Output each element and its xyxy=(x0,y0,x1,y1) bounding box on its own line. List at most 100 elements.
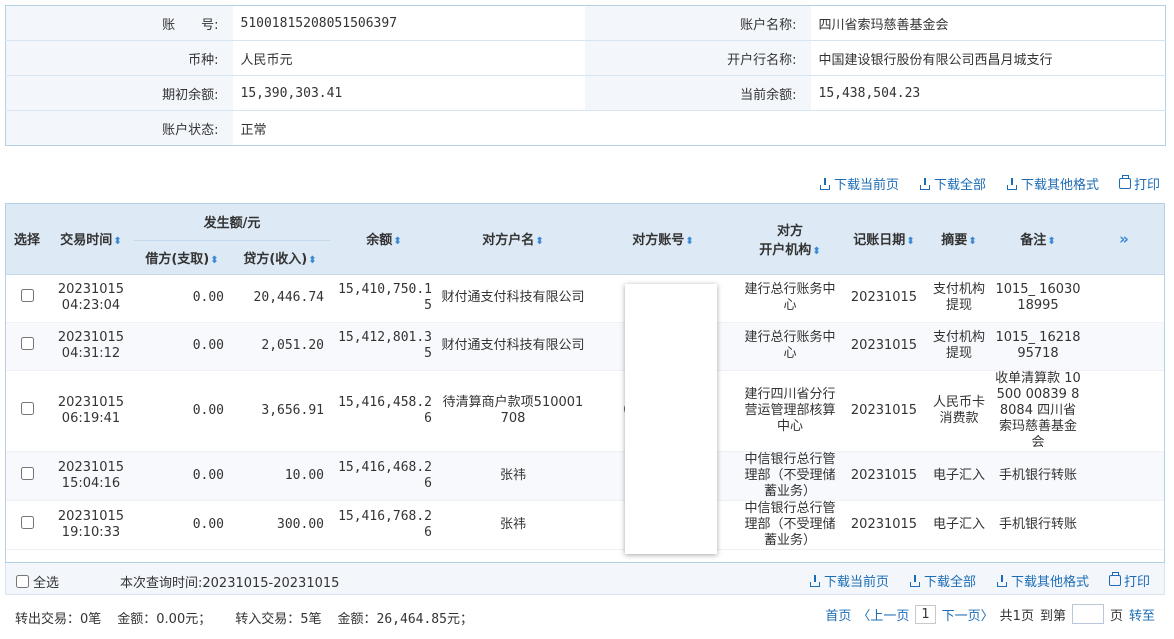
select-all[interactable]: 全选 xyxy=(16,572,59,591)
empty-cell xyxy=(584,110,811,146)
col-party-bank-label-1: 对方 xyxy=(776,223,803,239)
summary: 人民币卡消费款 xyxy=(926,370,992,452)
currency: 人民币元 xyxy=(232,40,585,76)
download-all-label: 下载全部 xyxy=(933,178,986,193)
col-amount-group: 发生额/元 xyxy=(134,204,330,241)
currency-label: 币种: xyxy=(5,40,233,76)
download-other-link[interactable]: 下载其他格式 xyxy=(1006,174,1099,193)
download-all-link[interactable]: 下载全部 xyxy=(909,571,976,590)
download-current-link[interactable]: 下载当前页 xyxy=(809,571,889,590)
table-row: 20231015 06:19:41 0.00 3,656.91 15,416,458.2… xyxy=(6,370,1164,452)
print-link[interactable]: 打印 xyxy=(1108,571,1150,590)
download-icon xyxy=(996,574,1008,587)
col-remark[interactable]: 备注⬍ xyxy=(992,204,1084,275)
party-name: 待清算商户款项510001708 xyxy=(438,370,588,452)
col-party-bank-label-2: 开户机构 xyxy=(759,242,812,258)
transaction-grid: 选择 交易时间⬍ 发生额/元 余额⬍ 对方户名⬍ 对方账号⬍ 对方 开户机构⬍ 记… xyxy=(5,203,1165,563)
party-name: 张祎 xyxy=(438,500,588,550)
col-party-account[interactable]: 对方账号⬍ xyxy=(588,204,738,275)
sort-icon: ⬍ xyxy=(113,236,122,248)
party-name: 张祎 xyxy=(438,451,588,501)
select-all-checkbox[interactable] xyxy=(16,575,29,588)
top-download-bar: 下载当前页 下载全部 下载其他格式 打印 xyxy=(819,174,1160,193)
col-party-bank[interactable]: 对方 开户机构⬍ xyxy=(738,204,842,275)
current-page[interactable]: 1 xyxy=(915,604,936,624)
row-select xyxy=(6,370,48,452)
expand-cell xyxy=(1084,322,1164,371)
row-select xyxy=(6,451,48,501)
col-debit[interactable]: 借方(支取)⬍ xyxy=(134,240,230,275)
bank-name-label: 开户行名称: xyxy=(584,40,811,76)
goto-page-input[interactable] xyxy=(1071,604,1104,624)
query-time: 本次查询时间:20231015-20231015 xyxy=(120,576,340,591)
in-tx-amount: 金额：26,464.85元； xyxy=(337,612,473,627)
print-icon xyxy=(1118,175,1131,189)
tx-time-text: 15:04:16 xyxy=(61,475,121,491)
post-date: 20231015 xyxy=(842,500,926,550)
remark: 1015_ 16218 95718 xyxy=(992,322,1084,371)
sort-icon: ⬍ xyxy=(308,254,317,266)
debit-amount: 0.00 xyxy=(134,322,230,371)
download-other-label: 下载其他格式 xyxy=(1010,575,1089,590)
download-all-link[interactable]: 下载全部 xyxy=(919,174,986,193)
download-other-link[interactable]: 下载其他格式 xyxy=(996,571,1089,590)
bank-name: 中国建设银行股份有限公司西昌月城支行 xyxy=(810,40,1166,76)
row-checkbox[interactable] xyxy=(20,289,34,302)
col-amount-group-label: 发生额/元 xyxy=(203,216,261,232)
col-select: 选择 xyxy=(6,204,48,275)
download-current-link[interactable]: 下载当前页 xyxy=(819,174,899,193)
print-label: 打印 xyxy=(1133,178,1160,193)
row-checkbox[interactable] xyxy=(20,466,34,480)
tx-time: 20231015 04:31:12 xyxy=(48,322,134,371)
row-checkbox[interactable] xyxy=(20,515,34,529)
col-time[interactable]: 交易时间⬍ xyxy=(48,204,134,275)
tx-date-text: 20231015 xyxy=(57,282,125,297)
remark: 1015_ 16030 18995 xyxy=(992,274,1084,323)
download-icon xyxy=(1006,177,1018,190)
balance-amount: 15,410,750.15 xyxy=(330,274,438,323)
col-credit-label: 贷方(收入) xyxy=(243,251,308,267)
col-post-date[interactable]: 记账日期⬍ xyxy=(842,204,926,275)
col-credit[interactable]: 贷方(收入)⬍ xyxy=(230,240,330,275)
download-icon xyxy=(909,574,921,587)
double-chevron-right-icon: » xyxy=(1119,229,1129,248)
download-icon xyxy=(809,574,821,587)
sort-icon: ⬍ xyxy=(210,254,219,266)
next-page-link[interactable]: 下一页〉 xyxy=(942,605,994,624)
col-balance-label: 余额 xyxy=(366,233,393,249)
prev-page-link[interactable]: 〈上一页 xyxy=(857,605,909,624)
total-pages: 共1页 xyxy=(999,608,1034,624)
tx-time-text: 04:31:12 xyxy=(61,346,121,361)
print-link[interactable]: 打印 xyxy=(1118,174,1160,193)
col-balance[interactable]: 余额⬍ xyxy=(330,204,438,275)
download-icon xyxy=(919,177,931,190)
expand-columns-button[interactable]: » xyxy=(1084,204,1164,275)
col-party-name[interactable]: 对方户名⬍ xyxy=(438,204,588,275)
col-debit-label: 借方(支取) xyxy=(145,251,210,267)
tx-time-text: 04:23:04 xyxy=(61,298,121,313)
download-current-label: 下载当前页 xyxy=(833,178,899,193)
first-page-link[interactable]: 首页 xyxy=(825,605,851,624)
credit-amount: 2,051.20 xyxy=(230,322,330,371)
goto-button[interactable]: 转至 xyxy=(1129,605,1155,624)
grid-footer: 全选 本次查询时间:20231015-20231015 下载当前页 下载全部 下… xyxy=(5,563,1165,595)
col-select-label: 选择 xyxy=(13,233,40,249)
row-checkbox[interactable] xyxy=(20,337,34,350)
out-tx-amount: 金额：0.00元； xyxy=(117,612,212,627)
post-date: 20231015 xyxy=(842,322,926,371)
expand-cell xyxy=(1084,500,1164,550)
print-icon xyxy=(1108,572,1121,586)
party-name: 财付通支付科技有限公司 xyxy=(438,274,588,323)
table-row: 20231015 19:10:33 0.00 300.00 15,416,768.26 张… xyxy=(6,500,1164,550)
sort-icon: ⬍ xyxy=(685,236,694,248)
summary: 支付机构提现 xyxy=(926,274,992,323)
col-party-name-label: 对方户名 xyxy=(482,233,535,249)
debit-amount: 0.00 xyxy=(134,274,230,323)
account-info-table: 账 号: 51001815208051506397 账户名称: 四川省索玛慈善基… xyxy=(5,5,1166,146)
col-summary-label: 摘要 xyxy=(941,233,968,249)
out-tx-count: 转出交易：0笔 xyxy=(15,612,102,627)
col-summary[interactable]: 摘要⬍ xyxy=(926,204,992,275)
row-checkbox[interactable] xyxy=(20,401,34,415)
row-select xyxy=(6,500,48,550)
tx-date-text: 20231015 xyxy=(57,330,125,345)
